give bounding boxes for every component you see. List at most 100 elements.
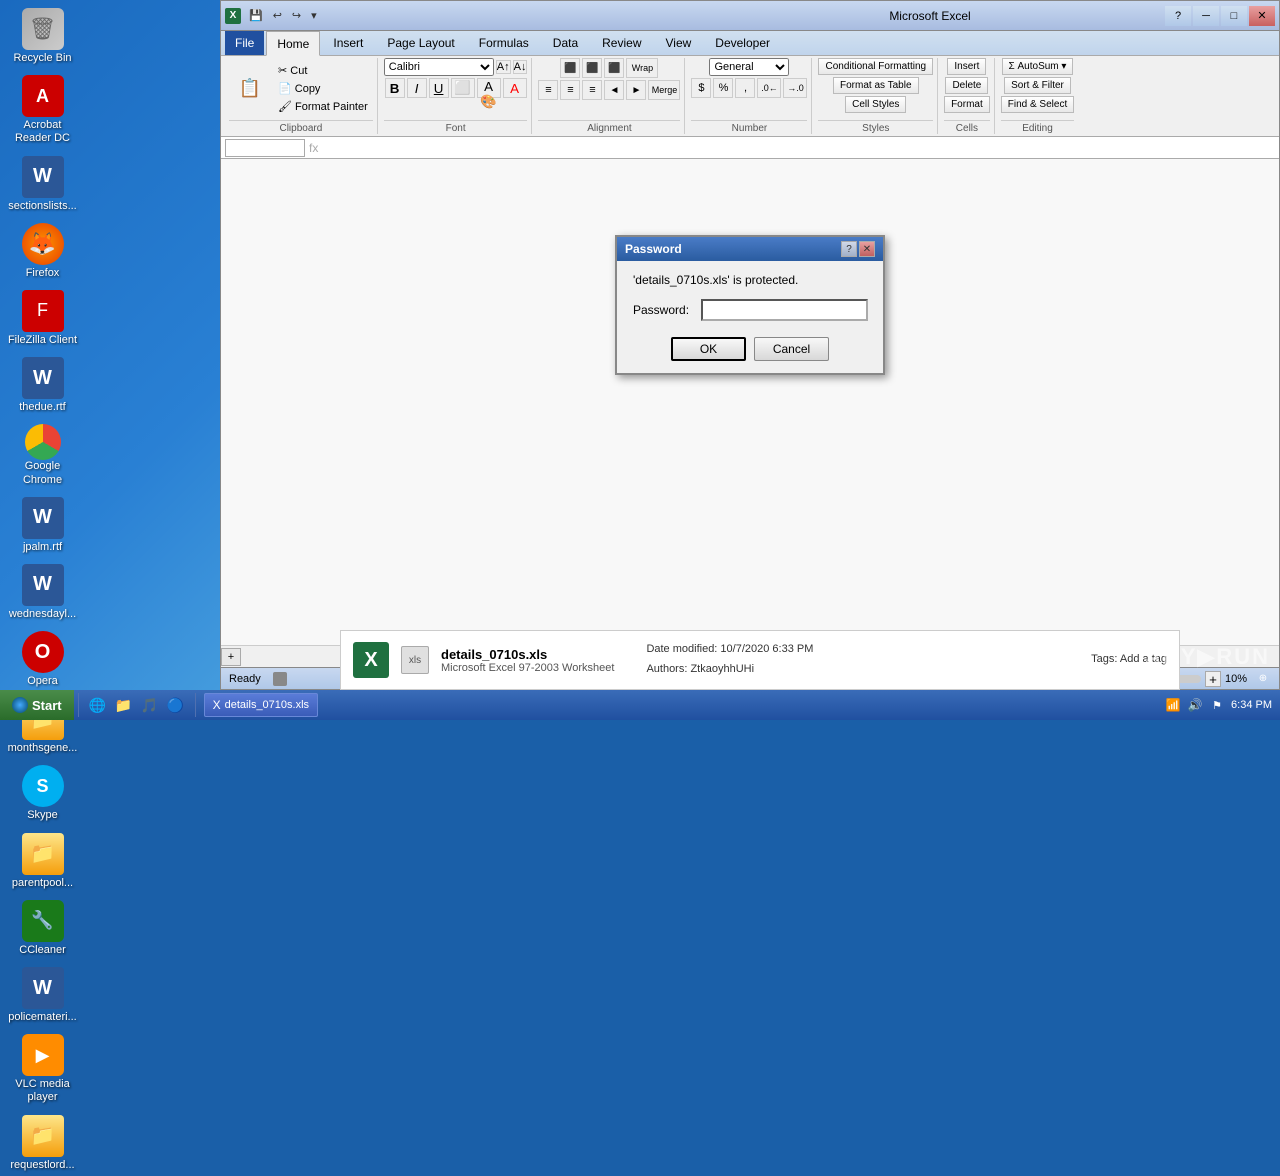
conditional-formatting-button[interactable]: Conditional Formatting <box>818 58 933 75</box>
zoom-value-btn[interactable]: ⊕ <box>1255 671 1271 687</box>
formula-separator: fx <box>309 141 318 155</box>
align-top-center[interactable]: ⬛ <box>582 58 602 78</box>
desktop-icon-firefox[interactable]: 🦊 Firefox <box>3 219 83 284</box>
sort-filter-button[interactable]: Sort & Filter <box>1004 77 1071 94</box>
tab-view[interactable]: View <box>655 31 703 55</box>
minimize-btn[interactable]: ─ <box>1193 6 1219 26</box>
desktop-icon-recycle-bin[interactable]: 🗑 Recycle Bin <box>3 4 83 69</box>
font-size-increase[interactable]: A↑ <box>496 60 511 74</box>
password-input[interactable] <box>701 299 868 321</box>
dialog-cancel-button[interactable]: Cancel <box>754 337 829 361</box>
help-btn[interactable]: ? <box>1165 6 1191 26</box>
taskbar-chrome-icon[interactable]: 🔵 <box>165 694 187 716</box>
insert-cells-button[interactable]: Insert <box>947 58 986 75</box>
desktop-icon-opera[interactable]: O Opera <box>3 627 83 692</box>
tab-home[interactable]: Home <box>266 31 320 56</box>
comma-btn[interactable]: , <box>735 78 755 98</box>
quick-launch: 🌐 📁 🎵 🔵 <box>83 694 191 716</box>
format-cells-button[interactable]: Format <box>944 96 990 113</box>
new-sheet-button[interactable]: + <box>221 648 241 666</box>
decrease-indent[interactable]: ◄ <box>604 80 624 100</box>
desktop-icon-parentpool[interactable]: 📁 parentpool... <box>3 829 83 894</box>
italic-button[interactable]: I <box>407 78 427 98</box>
paste-button[interactable]: 📋 <box>229 76 271 100</box>
desktop-icon-vlc[interactable]: ▶ VLC media player <box>3 1030 83 1108</box>
align-top-left[interactable]: ⬛ <box>560 58 580 78</box>
autosum-button[interactable]: Σ AutoSum ▾ <box>1002 58 1074 75</box>
desktop-icon-policemateri[interactable]: W policemateri... <box>3 963 83 1028</box>
tray-action-center-icon[interactable]: ⚑ <box>1209 697 1225 713</box>
percent-btn[interactable]: % <box>713 78 733 98</box>
undo-quick-btn[interactable]: ↩ <box>269 7 286 24</box>
name-box[interactable] <box>225 139 305 157</box>
desktop-icon-requestlord[interactable]: 📁 requestlord... <box>3 1111 83 1176</box>
taskbar-excel-item[interactable]: X details_0710s.xls <box>204 693 318 717</box>
desktop-icon-ccleaner[interactable]: 🔧 CCleaner <box>3 896 83 961</box>
dialog-close-btn[interactable]: ✕ <box>859 241 875 257</box>
start-button[interactable]: Start <box>0 690 74 720</box>
number-format-select[interactable]: General <box>709 58 789 76</box>
taskbar-ie-icon[interactable]: 🌐 <box>87 694 109 716</box>
fill-color-button[interactable]: A🎨 <box>477 78 501 98</box>
delete-cells-button[interactable]: Delete <box>945 77 988 94</box>
tab-review[interactable]: Review <box>591 31 652 55</box>
redo-quick-btn[interactable]: ↪ <box>288 7 305 24</box>
policemateri-icon: W <box>22 967 64 1009</box>
font-name-select[interactable]: Calibri <box>384 58 494 76</box>
dropdown-quick-btn[interactable]: ▾ <box>307 7 321 24</box>
taskbar-folder-icon[interactable]: 📁 <box>113 694 135 716</box>
desktop-icon-chrome[interactable]: Google Chrome <box>3 420 83 490</box>
tab-insert[interactable]: Insert <box>322 31 374 55</box>
format-as-table-button[interactable]: Format as Table <box>833 77 919 94</box>
desktop-icon-wednesdayl[interactable]: W wednesdayl... <box>3 560 83 625</box>
desktop-icon-acrobat[interactable]: A Acrobat Reader DC <box>3 71 83 149</box>
align-center[interactable]: ≡ <box>560 80 580 100</box>
formula-input[interactable] <box>322 139 1275 157</box>
desktop-icon-skype[interactable]: S Skype <box>3 761 83 826</box>
find-select-button[interactable]: Find & Select <box>1001 96 1074 113</box>
zoom-in-btn[interactable]: + <box>1205 671 1221 687</box>
dialog-help-btn[interactable]: ? <box>841 241 857 257</box>
zoom-level: 10% <box>1225 673 1247 685</box>
file-date-modified: Date modified: 10/7/2020 6:33 PM <box>646 640 813 660</box>
password-dialog: Password ? ✕ 'details_0710s.xls' is prot… <box>615 235 885 375</box>
increase-decimal[interactable]: →.0 <box>783 78 807 98</box>
monthsgene-label: monthsgene... <box>8 742 78 755</box>
desktop-icon-sectionslists[interactable]: W sectionslists... <box>3 152 83 217</box>
increase-indent[interactable]: ► <box>626 80 646 100</box>
bold-button[interactable]: B <box>385 78 405 98</box>
align-right[interactable]: ≡ <box>582 80 602 100</box>
tab-developer[interactable]: Developer <box>704 31 781 55</box>
tab-formulas[interactable]: Formulas <box>468 31 540 55</box>
currency-btn[interactable]: $ <box>691 78 711 98</box>
align-top-right[interactable]: ⬛ <box>604 58 624 78</box>
desktop-icon-thedue[interactable]: W thedue.rtf <box>3 353 83 418</box>
cell-styles-button[interactable]: Cell Styles <box>845 96 906 113</box>
tab-file[interactable]: File <box>225 31 264 55</box>
desktop-icon-filezilla[interactable]: F FileZilla Client <box>3 286 83 351</box>
maximize-btn[interactable]: □ <box>1221 6 1247 26</box>
format-painter-button[interactable]: 🖌 Format Painter <box>273 98 373 115</box>
font-size-decrease[interactable]: A↓ <box>513 60 528 74</box>
tab-data[interactable]: Data <box>542 31 589 55</box>
merge-center[interactable]: Merge <box>648 80 680 100</box>
dialog-ok-button[interactable]: OK <box>671 337 746 361</box>
tray-volume-icon[interactable]: 🔊 <box>1187 697 1203 713</box>
desktop-icon-jpalm[interactable]: W jpalm.rtf <box>3 493 83 558</box>
copy-button[interactable]: 📄 Copy <box>273 80 373 97</box>
cut-button[interactable]: ✂ Cut <box>273 62 373 79</box>
close-btn[interactable]: ✕ <box>1249 6 1275 26</box>
align-left[interactable]: ≡ <box>538 80 558 100</box>
tray-network-icon[interactable]: 📶 <box>1165 697 1181 713</box>
excel-spreadsheet-body[interactable] <box>221 159 1279 645</box>
tab-page-layout[interactable]: Page Layout <box>376 31 465 55</box>
wrap-text[interactable]: Wrap <box>626 58 658 78</box>
underline-button[interactable]: U <box>429 78 449 98</box>
font-color-button[interactable]: A <box>503 78 527 98</box>
border-button[interactable]: ⬜ <box>451 78 475 98</box>
decrease-decimal[interactable]: .0← <box>757 78 781 98</box>
save-quick-btn[interactable]: 💾 <box>245 7 267 24</box>
taskbar-media-icon[interactable]: 🎵 <box>139 694 161 716</box>
skype-label: Skype <box>27 809 58 822</box>
firefox-label: Firefox <box>26 267 60 280</box>
